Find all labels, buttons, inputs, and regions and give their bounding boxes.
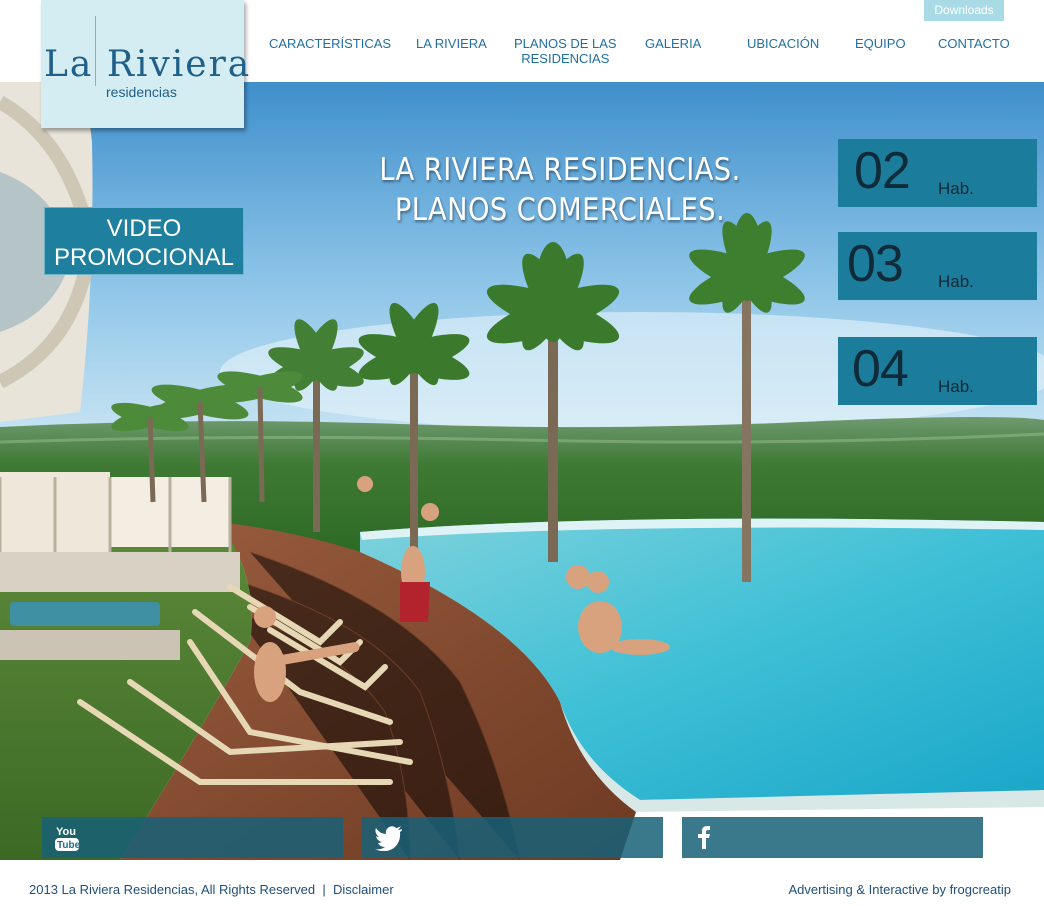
- hab-03-number: 03: [847, 235, 904, 293]
- logo-name: La Riviera: [44, 44, 252, 85]
- hero-title-line-2: PLANOS COMERCIALES.: [394, 192, 726, 228]
- hab-04-unit: Hab.: [938, 377, 974, 396]
- twitter-icon: [375, 826, 402, 851]
- nav-item-galeria[interactable]: GALERIA: [645, 36, 701, 51]
- disclaimer-link[interactable]: Disclaimer: [333, 882, 394, 897]
- downloads-button[interactable]: Downloads: [924, 0, 1004, 21]
- youtube-link[interactable]: You Tube: [42, 817, 343, 858]
- nav-item-planos[interactable]: PLANOS DE LAS RESIDENCIAS: [514, 36, 617, 66]
- nav-item-ubicacion[interactable]: UBICACIÓN: [747, 36, 819, 51]
- facebook-icon: [698, 826, 710, 849]
- hab-02-button[interactable]: 02 Hab.: [838, 139, 1037, 207]
- copyright-text: 2013 La Riviera Residencias, All Rights …: [29, 882, 394, 897]
- youtube-icon: You Tube: [55, 826, 80, 851]
- hero-title-line-1: LA RIVIERA RESIDENCIAS.: [379, 152, 741, 188]
- video-promocional-label: VIDEO PROMOCIONAL: [53, 215, 235, 271]
- footer-separator: |: [322, 882, 326, 897]
- hab-03-button[interactable]: 03 Hab.: [838, 232, 1037, 300]
- nav-item-equipo[interactable]: EQUIPO: [855, 36, 906, 51]
- hero-title: LA RIVIERA RESIDENCIAS. PLANOS COMERCIAL…: [358, 150, 763, 230]
- facebook-link[interactable]: [682, 817, 983, 858]
- hab-02-number: 02: [854, 142, 911, 200]
- logo-subtitle: residencias: [106, 84, 177, 100]
- nav-item-caracteristicas[interactable]: CARACTERÍSTICAS: [269, 36, 391, 51]
- agency-credit-link[interactable]: Advertising & Interactive by frogcreatip: [788, 882, 1011, 897]
- video-promocional-button[interactable]: VIDEO PROMOCIONAL: [44, 207, 244, 275]
- nav-item-contacto[interactable]: CONTACTO: [938, 36, 1010, 51]
- hab-04-number: 04: [852, 340, 909, 398]
- hab-02-unit: Hab.: [938, 179, 974, 198]
- svg-text:Tube: Tube: [57, 840, 80, 851]
- hero-banner: LA RIVIERA RESIDENCIAS. PLANOS COMERCIAL…: [0, 82, 1044, 860]
- hab-03-unit: Hab.: [938, 272, 974, 291]
- twitter-link[interactable]: [362, 817, 663, 858]
- hab-04-button[interactable]: 04 Hab.: [838, 337, 1037, 405]
- site-logo[interactable]: La Riviera residencias: [41, 0, 249, 128]
- svg-text:You: You: [56, 826, 76, 838]
- site-footer: 2013 La Riviera Residencias, All Rights …: [0, 860, 1044, 906]
- copyright-label: 2013 La Riviera Residencias, All Rights …: [29, 882, 316, 897]
- nav-item-la-riviera[interactable]: LA RIVIERA: [416, 36, 487, 51]
